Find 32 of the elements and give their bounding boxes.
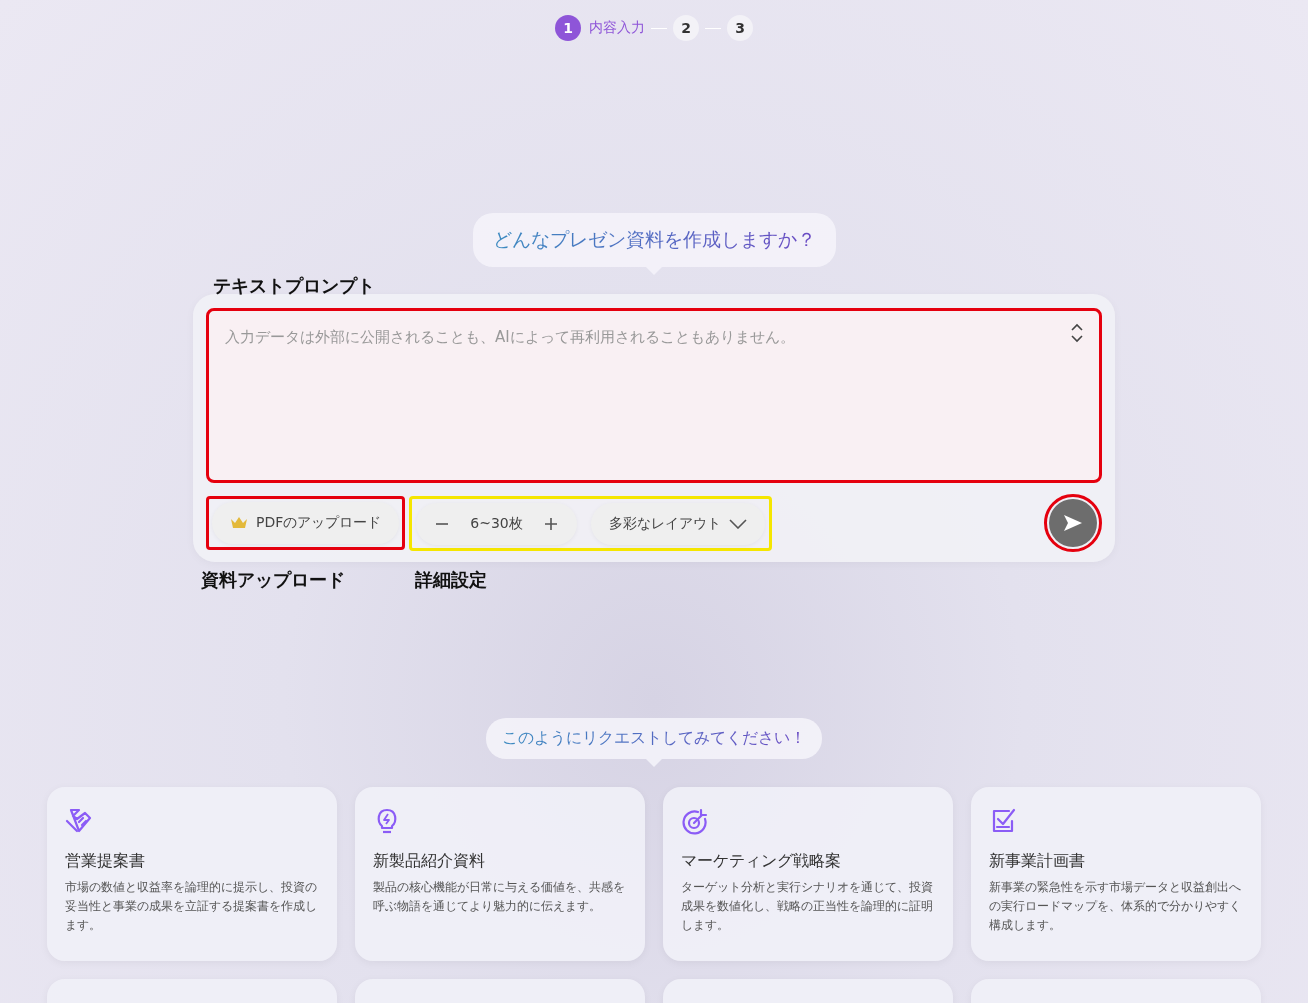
card-description: 製品の核心機能が日常に与える価値を、共感を呼ぶ物語を通じてより魅力的に伝えます。 — [373, 879, 626, 915]
card-title: 新事業計画書 — [989, 851, 1086, 872]
plus-icon[interactable] — [542, 515, 559, 532]
example-card[interactable]: 営業提案書 市場の数値と収益率を論理的に提示し、投資の妥当性と事業の成果を立証する提案書を作成します。 — [47, 787, 337, 961]
crown-icon — [230, 516, 248, 530]
card-title: マーケティング戦略案 — [681, 851, 842, 872]
bubble-tail — [646, 759, 662, 767]
card-description: 市場の数値と収益率を論理的に提示し、投資の妥当性と事業の成果を立証する提案書を作成します。 — [65, 879, 318, 934]
expand-icon[interactable] — [1070, 322, 1084, 344]
step-label: 内容入力 — [589, 19, 645, 37]
example-card[interactable]: 新製品紹介資料 製品の核心機能が日常に与える価値を、共感を呼ぶ物語を通じてより魅力的に伝えます。 — [355, 787, 645, 961]
send-icon — [1063, 514, 1083, 532]
question-bubble: どんなプレゼン資料を作成しますか？ — [472, 213, 836, 267]
prompt-field[interactable]: 入力データは外部に公開されることも、AIによって再利用されることもありません。 — [206, 308, 1102, 483]
chevron-down-icon — [728, 518, 747, 529]
step-number[interactable]: 2 — [673, 15, 699, 41]
callout-label: 詳細設定 — [415, 568, 487, 592]
step-number[interactable]: 1 — [555, 15, 581, 41]
card-description: 新事業の緊急性を示す市場データと収益創出への実行ロードマップを、体系的で分かりやすく構成します。 — [989, 879, 1242, 934]
slide-count: 6~30枚 — [470, 514, 523, 533]
layout-dropdown[interactable]: 多彩なレイアウト — [590, 502, 765, 545]
example-card[interactable]: マーケティング戦略案 ターゲット分析と実行シナリオを通じて、投資成果を数値化し、戦略の正当性を論理的に証明します。 — [663, 787, 953, 961]
upload-button[interactable]: PDFのアップロード — [212, 502, 400, 544]
card-description: ターゲット分析と実行シナリオを通じて、投資成果を数値化し、戦略の正当性を論理的に証明します。 — [681, 879, 934, 934]
callout-label: テキストプロンプト — [213, 278, 376, 294]
step-number[interactable]: 3 — [727, 15, 753, 41]
card-title: 営業提案書 — [65, 851, 146, 872]
callout-label: 資料アップロード — [201, 568, 345, 592]
target-icon — [681, 807, 709, 835]
example-card[interactable]: 新事業計画書 新事業の緊急性を示す市場データと収益創出への実行ロードマップを、体系的で分かりやすく構成します。 — [971, 787, 1261, 961]
card-title: 新製品紹介資料 — [373, 851, 486, 872]
examples-bubble: このようにリクエストしてみてください！ — [486, 718, 822, 759]
